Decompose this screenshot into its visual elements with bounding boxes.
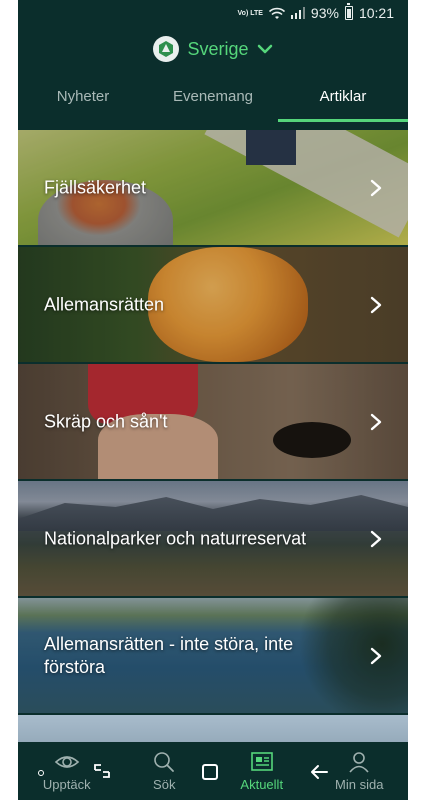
- battery-percent: 93%: [310, 5, 339, 21]
- clock: 10:21: [358, 5, 394, 21]
- chevron-right-icon: [370, 530, 382, 547]
- region-name: Sverige: [187, 38, 249, 59]
- app-screen: Vo) LTE 93% 10:21 Sverige Nyheter Evenem…: [18, 0, 408, 800]
- chevron-right-icon: [370, 647, 382, 664]
- tab-artiklar[interactable]: Artiklar: [278, 74, 408, 122]
- home-icon[interactable]: [202, 764, 218, 780]
- battery-icon: [344, 3, 353, 20]
- newspaper-icon: [250, 752, 273, 771]
- chevron-right-icon: [370, 413, 382, 430]
- person-icon: [349, 752, 369, 773]
- article-title: Allemansrätten: [44, 294, 165, 314]
- nav-label: Min sida: [335, 777, 384, 792]
- assistant-dot-icon[interactable]: [38, 770, 44, 776]
- app-logo-icon: [153, 36, 180, 62]
- chevron-down-icon: [257, 44, 272, 54]
- article-card[interactable]: Allemansrätten - inte störa, inte förstö…: [18, 598, 408, 713]
- article-card[interactable]: Skräp och sån't: [18, 364, 408, 479]
- tab-bar: Nyheter Evenemang Artiklar: [18, 74, 408, 122]
- region-selector[interactable]: Sverige: [18, 34, 408, 64]
- chevron-right-icon: [370, 296, 382, 313]
- article-title: Allemansrätten - inte störa, inte förstö…: [44, 633, 294, 677]
- volte-indicator: Vo) LTE: [237, 9, 263, 17]
- search-icon: [154, 752, 175, 772]
- tab-nyheter[interactable]: Nyheter: [18, 74, 148, 122]
- recents-icon[interactable]: [94, 764, 110, 778]
- article-image: [18, 715, 408, 742]
- status-indicators: Vo) LTE 93% 10:21: [237, 3, 394, 21]
- article-title: Fjällsäkerhet: [44, 177, 147, 197]
- article-card[interactable]: Fjällsäkerhet: [18, 130, 408, 245]
- status-bar: Vo) LTE 93% 10:21: [18, 0, 408, 28]
- nav-label: Sök: [153, 777, 176, 792]
- article-title: Nationalparker och naturreservat: [44, 528, 307, 548]
- chevron-right-icon: [370, 179, 382, 196]
- article-title: Skräp och sån't: [44, 411, 168, 431]
- nav-label: Aktuellt: [240, 777, 284, 792]
- wifi-icon: [268, 7, 285, 19]
- nav-item-sok[interactable]: Sök: [116, 742, 214, 800]
- article-card[interactable]: Nationalparker och naturreservat: [18, 481, 408, 596]
- article-card[interactable]: Allemansrätten: [18, 247, 408, 362]
- back-arrow-icon[interactable]: [310, 764, 328, 780]
- nav-item-aktuellt[interactable]: Aktuellt: [213, 742, 311, 800]
- signal-icon: [290, 7, 305, 19]
- article-list: Fjällsäkerhet Allemansrätten Skräp och s…: [18, 130, 408, 742]
- eye-icon: [54, 756, 79, 768]
- tab-evenemang[interactable]: Evenemang: [148, 74, 278, 122]
- article-card[interactable]: [18, 715, 408, 742]
- nav-label: Upptäck: [42, 777, 91, 792]
